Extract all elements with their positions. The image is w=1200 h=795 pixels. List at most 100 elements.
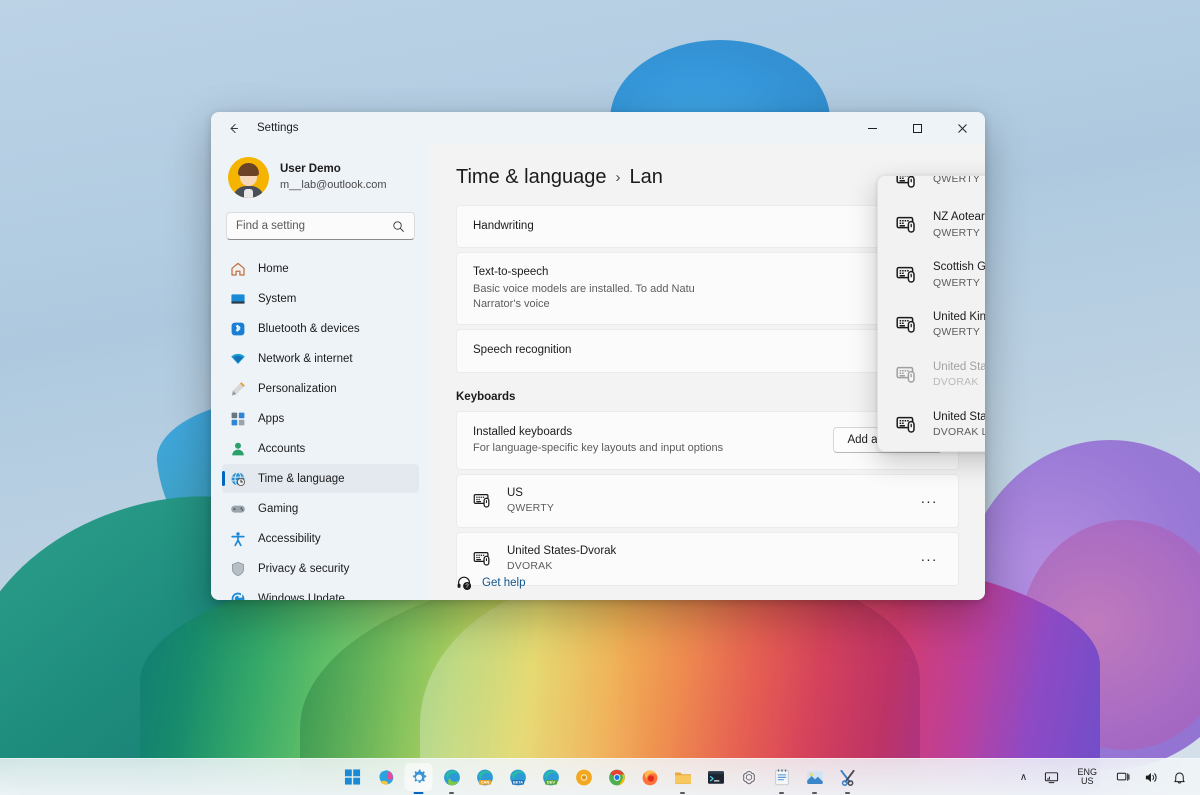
sidebar-item-home[interactable]: Home xyxy=(222,254,419,283)
search-input[interactable] xyxy=(236,220,392,232)
installed-keyboards-list: US QWERTY ··· United States-Dvorak DVORAK ··· xyxy=(456,473,959,586)
option-name: United Kingdom xyxy=(933,310,985,323)
edge-button[interactable] xyxy=(438,763,466,791)
keyboard-layout-option[interactable]: United Kingdom QWERTY xyxy=(878,300,985,350)
settings-button[interactable] xyxy=(404,763,433,791)
taskbar-apps: CAN BETA DEV xyxy=(339,763,862,791)
option-layout: DVORAK xyxy=(933,376,979,389)
get-help-link[interactable]: ? Get help xyxy=(456,566,525,600)
maximize-button[interactable] xyxy=(895,112,940,144)
keyboard-text: US QWERTY xyxy=(507,485,902,517)
card-subtitle: Basic voice models are installed. To add… xyxy=(473,282,695,311)
sidebar-item-label: Accessibility xyxy=(258,532,321,545)
chatgpt-button[interactable] xyxy=(735,763,763,791)
chrome-button[interactable] xyxy=(603,763,631,791)
breadcrumb-root[interactable]: Time & language xyxy=(456,166,606,189)
sidebar-item-label: Time & language xyxy=(258,472,345,485)
firefox-icon xyxy=(640,768,659,787)
option-name: NZ Aotearoa xyxy=(933,211,985,223)
breadcrumb-separator: › xyxy=(615,169,621,186)
chevron-up-icon: ∧ xyxy=(1019,771,1028,783)
snipping-tool-icon xyxy=(838,768,857,787)
tray-language: ENG US xyxy=(1071,767,1103,787)
profile-text: User Demo m__lab@outlook.com xyxy=(280,162,387,192)
keyboard-more-options-button[interactable]: ··· xyxy=(916,547,942,571)
installed-keyboards-title: Installed keyboards xyxy=(473,425,573,438)
firefox-button[interactable] xyxy=(636,763,664,791)
language-indicator-button[interactable]: ENG US xyxy=(1066,764,1108,790)
sidebar-item-label: Apps xyxy=(258,412,285,425)
window-controls xyxy=(850,112,985,144)
back-button[interactable] xyxy=(219,114,247,142)
keyboard-icon xyxy=(896,414,918,436)
sidebar-item-network-internet[interactable]: Network & internet xyxy=(222,344,419,373)
keyboard-layout-dropdown[interactable]: QWERTY NZ Aotearoa QWERTY Scottish Gaelic QW… xyxy=(877,175,985,452)
keyboard-layout-option[interactable]: QWERTY xyxy=(878,175,985,200)
svg-text:DEV: DEV xyxy=(546,779,555,784)
tray-chevron-button[interactable]: ∧ xyxy=(1010,764,1036,790)
start-button[interactable] xyxy=(339,763,367,791)
search-box[interactable] xyxy=(226,212,415,240)
close-button[interactable] xyxy=(940,112,985,144)
keyboard-layout: DVORAK xyxy=(507,560,553,573)
sidebar-item-apps[interactable]: Apps xyxy=(222,404,419,433)
snipping-tool-button[interactable] xyxy=(834,763,862,791)
sidebar-item-personalization[interactable]: Personalization xyxy=(222,374,419,403)
brush-icon xyxy=(230,381,246,397)
file-explorer-button[interactable] xyxy=(669,763,697,791)
notepad-button[interactable] xyxy=(768,763,796,791)
installed-keyboards-text: Installed keyboards For language-specifi… xyxy=(473,424,833,457)
keyboard-layout-option[interactable]: United States-Dvorak for left hand DVORAK… xyxy=(878,400,985,450)
keyboard-text: United States-Dvorak DVORAK xyxy=(507,543,902,575)
sidebar-item-accessibility[interactable]: Accessibility xyxy=(222,524,419,553)
volume-button[interactable] xyxy=(1138,764,1164,790)
bluetooth-icon xyxy=(230,321,246,337)
edge-canary-button[interactable]: CAN xyxy=(471,763,499,791)
card-text: Speech recognition xyxy=(473,342,942,359)
card-title: Text-to-speech xyxy=(473,266,549,279)
keyboard-row[interactable]: United States-Dvorak DVORAK ··· xyxy=(456,531,959,586)
option-layout: QWERTY xyxy=(933,326,981,339)
gamepad-icon xyxy=(230,501,246,517)
edge-beta-button[interactable]: BETA xyxy=(504,763,532,791)
option-text: United States-Dvorak DVORAK xyxy=(933,359,985,391)
keyboard-row[interactable]: US QWERTY ··· xyxy=(456,473,959,528)
photos-icon xyxy=(805,768,824,787)
display-cast-button[interactable] xyxy=(1038,764,1064,790)
card-title: Handwriting xyxy=(473,220,534,232)
sidebar-item-label: System xyxy=(258,292,297,305)
sidebar-item-accounts[interactable]: Accounts xyxy=(222,434,419,463)
option-layout: DVORAK L xyxy=(933,426,985,439)
keyboard-icon xyxy=(896,364,918,386)
minimize-button[interactable] xyxy=(850,112,895,144)
keyboard-layout-option[interactable]: Scottish Gaelic QWERTY xyxy=(878,250,985,300)
option-layout: QWERTY xyxy=(933,175,981,186)
sidebar-item-bluetooth-devices[interactable]: Bluetooth & devices xyxy=(222,314,419,343)
sidebar-item-time-language[interactable]: Time & language xyxy=(222,464,419,493)
user-profile[interactable]: User Demo m__lab@outlook.com xyxy=(222,144,419,208)
sidebar-item-label: Bluetooth & devices xyxy=(258,322,360,335)
globe-clock-icon xyxy=(230,471,246,487)
keyboard-layout-option[interactable]: NZ Aotearoa QWERTY xyxy=(878,200,985,250)
edge-dev-icon: DEV xyxy=(541,768,560,787)
photos-button[interactable] xyxy=(801,763,829,791)
notification-button[interactable] xyxy=(1166,764,1192,790)
keyboard-more-options-button[interactable]: ··· xyxy=(916,489,942,513)
notification-bell-icon xyxy=(1173,772,1185,784)
sidebar-item-windows-update[interactable]: Windows Update xyxy=(222,584,419,600)
keyboard-name: United States-Dvorak xyxy=(507,544,617,557)
copilot-button[interactable] xyxy=(372,763,400,791)
sidebar-item-system[interactable]: System xyxy=(222,284,419,313)
system-tray: ∧ ENG US xyxy=(1010,764,1192,790)
edge-dev-button[interactable]: DEV xyxy=(537,763,565,791)
profile-email: m__lab@outlook.com xyxy=(280,178,387,191)
keyboard-layout: QWERTY xyxy=(507,502,555,515)
chrome-canary-icon xyxy=(574,768,593,787)
profile-name: User Demo xyxy=(280,163,341,176)
sidebar-item-privacy-security[interactable]: Privacy & security xyxy=(222,554,419,583)
chrome-canary-button[interactable] xyxy=(570,763,598,791)
help-headset-icon: ? xyxy=(457,576,472,590)
terminal-button[interactable] xyxy=(702,763,730,791)
network-button[interactable] xyxy=(1110,764,1136,790)
sidebar-item-gaming[interactable]: Gaming xyxy=(222,494,419,523)
